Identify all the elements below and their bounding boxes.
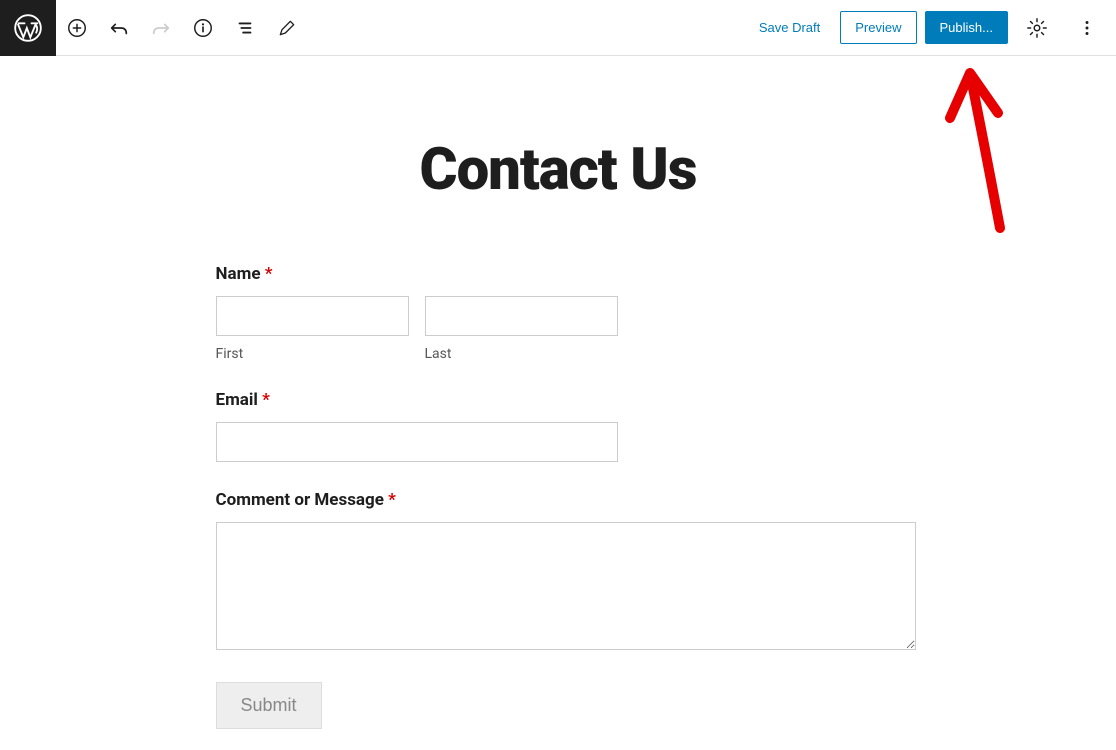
undo-icon <box>108 17 130 39</box>
publish-button[interactable]: Publish... <box>925 11 1008 44</box>
edit-tool-button[interactable] <box>266 7 308 49</box>
undo-button[interactable] <box>98 7 140 49</box>
settings-button[interactable] <box>1016 7 1058 49</box>
message-label-text: Comment or Message <box>216 490 384 510</box>
wordpress-icon <box>14 14 42 42</box>
list-icon <box>234 17 256 39</box>
redo-button[interactable] <box>140 7 182 49</box>
message-textarea[interactable] <box>216 522 916 650</box>
first-name-input[interactable] <box>216 296 409 336</box>
name-row: First Last <box>216 296 901 362</box>
message-label: Comment or Message * <box>216 490 901 510</box>
name-label: Name * <box>216 264 901 284</box>
required-marker: * <box>262 390 270 410</box>
dots-vertical-icon <box>1076 17 1098 39</box>
required-marker: * <box>388 490 396 510</box>
pencil-icon <box>277 18 297 38</box>
first-name-sublabel: First <box>216 346 409 362</box>
info-button[interactable] <box>182 7 224 49</box>
contact-form-block: Name * First Last Email * <box>206 264 911 729</box>
email-input[interactable] <box>216 422 618 462</box>
email-label-text: Email <box>216 390 258 410</box>
email-label: Email * <box>216 390 901 410</box>
preview-button[interactable]: Preview <box>840 11 916 44</box>
save-draft-button[interactable]: Save Draft <box>747 12 832 43</box>
first-name-col: First <box>216 296 409 362</box>
info-icon <box>192 17 214 39</box>
plus-circle-icon <box>66 17 88 39</box>
outline-button[interactable] <box>224 7 266 49</box>
gear-icon <box>1026 17 1048 39</box>
editor-toolbar: Save Draft Preview Publish... <box>0 0 1116 56</box>
last-name-input[interactable] <box>425 296 618 336</box>
submit-button[interactable]: Submit <box>216 682 322 729</box>
last-name-sublabel: Last <box>425 346 618 362</box>
message-field-group: Comment or Message * <box>216 490 901 654</box>
name-field-group: Name * First Last <box>216 264 901 362</box>
email-field-group: Email * <box>216 390 901 462</box>
redo-icon <box>150 17 172 39</box>
page-title[interactable]: Contact Us <box>420 136 697 204</box>
wordpress-logo-button[interactable] <box>0 0 56 56</box>
name-label-text: Name <box>216 264 261 284</box>
add-block-button[interactable] <box>56 7 98 49</box>
toolbar-right: Save Draft Preview Publish... <box>747 7 1108 49</box>
toolbar-left <box>0 0 308 55</box>
editor-canvas: Contact Us Name * First Last Email <box>0 56 1116 729</box>
last-name-col: Last <box>425 296 618 362</box>
required-marker: * <box>265 264 273 284</box>
more-options-button[interactable] <box>1066 7 1108 49</box>
